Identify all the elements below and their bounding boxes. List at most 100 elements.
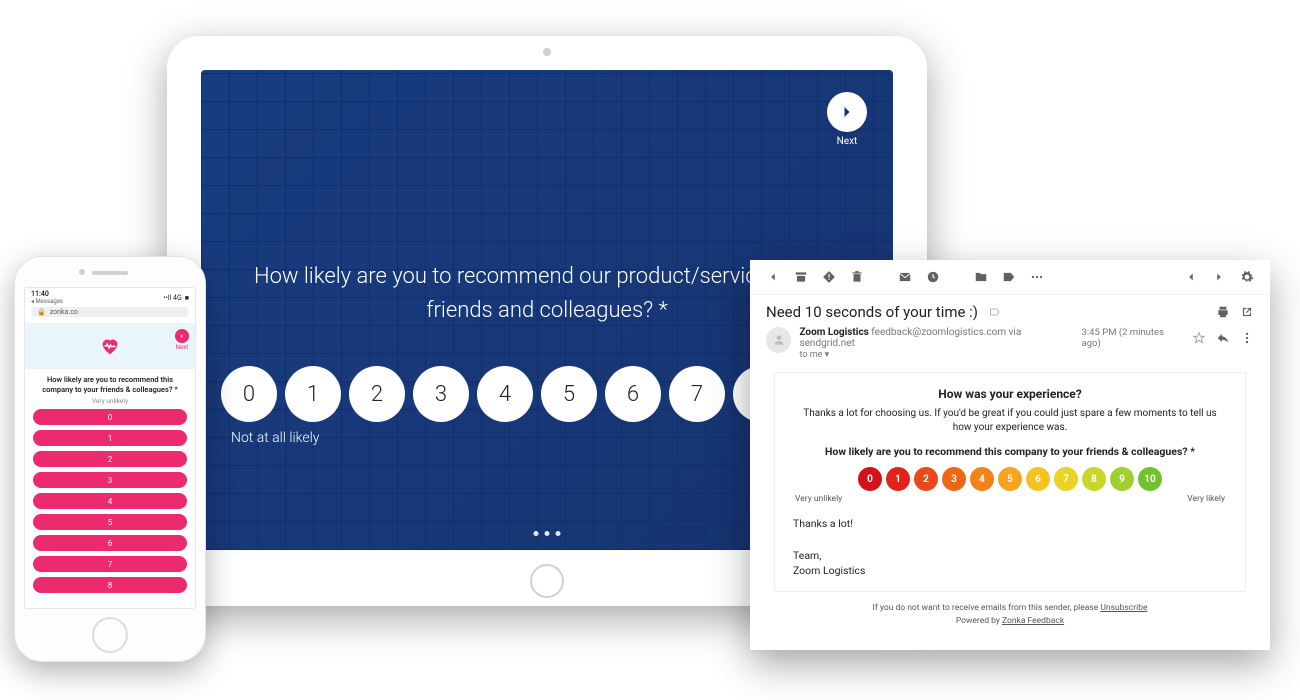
back-icon[interactable] bbox=[766, 270, 780, 284]
phone-home-button[interactable] bbox=[92, 617, 128, 653]
nps-option-1[interactable]: 1 bbox=[33, 430, 187, 446]
nps-option-5[interactable]: 5 bbox=[541, 366, 597, 422]
nps-option-2[interactable]: 2 bbox=[349, 366, 405, 422]
nps-option-4[interactable]: 4 bbox=[33, 493, 187, 509]
chevron-right-icon bbox=[175, 329, 189, 343]
email-window: Need 10 seconds of your time :) Zoom Log… bbox=[750, 260, 1270, 650]
nps-option-3[interactable]: 3 bbox=[33, 472, 187, 488]
nps-option-3[interactable]: 3 bbox=[413, 366, 469, 422]
heart-icon bbox=[99, 335, 121, 357]
tablet-camera bbox=[543, 48, 551, 56]
url-text: zonka.co bbox=[50, 308, 78, 316]
nps-option-5[interactable]: 5 bbox=[998, 467, 1022, 491]
email-meta: 3:45 PM (2 minutes ago) bbox=[1082, 327, 1254, 349]
nps-option-6[interactable]: 6 bbox=[33, 535, 187, 551]
phone-next-label: Next bbox=[175, 344, 189, 351]
tablet-home-button[interactable] bbox=[530, 564, 564, 598]
nps-option-6[interactable]: 6 bbox=[605, 366, 661, 422]
signal-icon: ••ll 4G bbox=[163, 294, 182, 302]
nps-option-0[interactable]: 0 bbox=[33, 409, 187, 425]
email-body: How was your experience? Thanks a lot fo… bbox=[774, 372, 1246, 592]
label-outline-icon bbox=[988, 306, 1002, 318]
nps-option-9[interactable]: 9 bbox=[1110, 467, 1134, 491]
phone-speaker bbox=[92, 271, 128, 275]
more-v-icon[interactable] bbox=[1240, 331, 1254, 345]
labels-icon[interactable] bbox=[1002, 270, 1016, 284]
footer-text: If you do not want to receive emails fro… bbox=[873, 603, 1101, 613]
nps-option-7[interactable]: 7 bbox=[33, 556, 187, 572]
newer-icon[interactable] bbox=[1212, 270, 1226, 284]
nps-option-6[interactable]: 6 bbox=[1026, 467, 1050, 491]
star-icon[interactable] bbox=[1192, 331, 1206, 345]
print-icon[interactable] bbox=[1216, 305, 1230, 319]
powered-by: Powered by bbox=[956, 616, 1002, 626]
phone-device: 11:40 ◂ Messages ••ll 4G ■ 🔒 zonka.co Ne… bbox=[14, 256, 206, 662]
email-header: Zoom Logistics feedback@zoomlogistics.co… bbox=[750, 327, 1270, 366]
avatar bbox=[766, 327, 791, 353]
settings-icon[interactable] bbox=[1240, 270, 1254, 284]
battery-icon: ■ bbox=[185, 294, 189, 302]
survey-title: How was your experience? bbox=[793, 387, 1227, 401]
brand-link[interactable]: Zonka Feedback bbox=[1002, 616, 1064, 626]
email-subject: Need 10 seconds of your time :) bbox=[766, 303, 978, 321]
low-label: Not at all likely bbox=[231, 430, 319, 446]
scale-low: Very unlikely bbox=[795, 494, 842, 504]
nps-option-1[interactable]: 1 bbox=[285, 366, 341, 422]
nps-option-0[interactable]: 0 bbox=[221, 366, 277, 422]
snooze-icon[interactable] bbox=[926, 270, 940, 284]
signature: Thanks a lot! Team, Zoom Logistics bbox=[793, 516, 1227, 579]
email-nps-scale: 012345678910 bbox=[793, 467, 1227, 491]
email-subject-row: Need 10 seconds of your time :) bbox=[750, 295, 1270, 327]
phone-camera bbox=[79, 269, 85, 275]
lock-icon: 🔒 bbox=[37, 308, 46, 316]
next-label: Next bbox=[827, 136, 867, 147]
mail-icon[interactable] bbox=[898, 270, 912, 284]
move-icon[interactable] bbox=[974, 270, 988, 284]
nps-option-8[interactable]: 8 bbox=[1082, 467, 1106, 491]
phone-survey-header: Next bbox=[25, 323, 195, 369]
nps-option-7[interactable]: 7 bbox=[669, 366, 725, 422]
email-toolbar bbox=[750, 260, 1270, 295]
chevron-right-icon bbox=[827, 92, 867, 132]
scale-labels: Very unlikely Very likely bbox=[795, 494, 1225, 504]
nps-option-2[interactable]: 2 bbox=[33, 451, 187, 467]
next-button[interactable]: Next bbox=[827, 92, 867, 147]
phone-nps-scale: 0 1 2 3 4 5 6 7 8 bbox=[25, 409, 195, 593]
nps-option-7[interactable]: 7 bbox=[1054, 467, 1078, 491]
email-from: Zoom Logistics feedback@zoomlogistics.co… bbox=[799, 327, 1073, 360]
more-icon[interactable] bbox=[1030, 270, 1044, 284]
nps-option-5[interactable]: 5 bbox=[33, 514, 187, 530]
older-icon[interactable] bbox=[1184, 270, 1198, 284]
spam-icon[interactable] bbox=[822, 270, 836, 284]
reply-icon[interactable] bbox=[1216, 331, 1230, 345]
nps-option-0[interactable]: 0 bbox=[858, 467, 882, 491]
nps-option-1[interactable]: 1 bbox=[886, 467, 910, 491]
survey-question: How likely are you to recommend this com… bbox=[813, 445, 1207, 459]
from-name: Zoom Logistics bbox=[799, 327, 868, 338]
nps-option-3[interactable]: 3 bbox=[942, 467, 966, 491]
open-in-new-icon[interactable] bbox=[1240, 305, 1254, 319]
phone-next-button[interactable]: Next bbox=[175, 329, 189, 351]
nps-option-10[interactable]: 10 bbox=[1138, 467, 1162, 491]
unsubscribe-link[interactable]: Unsubscribe bbox=[1100, 603, 1147, 613]
phone-url-bar[interactable]: 🔒 zonka.co bbox=[31, 307, 189, 317]
phone-question: How likely are you to recommend this com… bbox=[25, 369, 195, 397]
nps-option-8[interactable]: 8 bbox=[33, 577, 187, 593]
phone-hint: Very unlikely bbox=[25, 397, 195, 405]
to-line[interactable]: to me ▾ bbox=[799, 350, 1073, 360]
sig-company: Zoom Logistics bbox=[793, 563, 1227, 579]
scale-high: Very likely bbox=[1187, 494, 1225, 504]
nps-option-2[interactable]: 2 bbox=[914, 467, 938, 491]
email-footer: If you do not want to receive emails fro… bbox=[750, 602, 1270, 628]
phone-status-bar: 11:40 ◂ Messages ••ll 4G ■ bbox=[25, 288, 195, 305]
delete-icon[interactable] bbox=[850, 270, 864, 284]
nps-option-4[interactable]: 4 bbox=[970, 467, 994, 491]
archive-icon[interactable] bbox=[794, 270, 808, 284]
nps-option-4[interactable]: 4 bbox=[477, 366, 533, 422]
timestamp: 3:45 PM (2 minutes ago) bbox=[1082, 327, 1182, 349]
survey-intro: Thanks a lot for choosing us. If you'd b… bbox=[793, 407, 1227, 435]
status-back: ◂ Messages bbox=[31, 298, 63, 305]
pager-dots bbox=[534, 531, 561, 536]
sig-team: Team, bbox=[793, 548, 1227, 564]
phone-screen: 11:40 ◂ Messages ••ll 4G ■ 🔒 zonka.co Ne… bbox=[24, 287, 196, 609]
